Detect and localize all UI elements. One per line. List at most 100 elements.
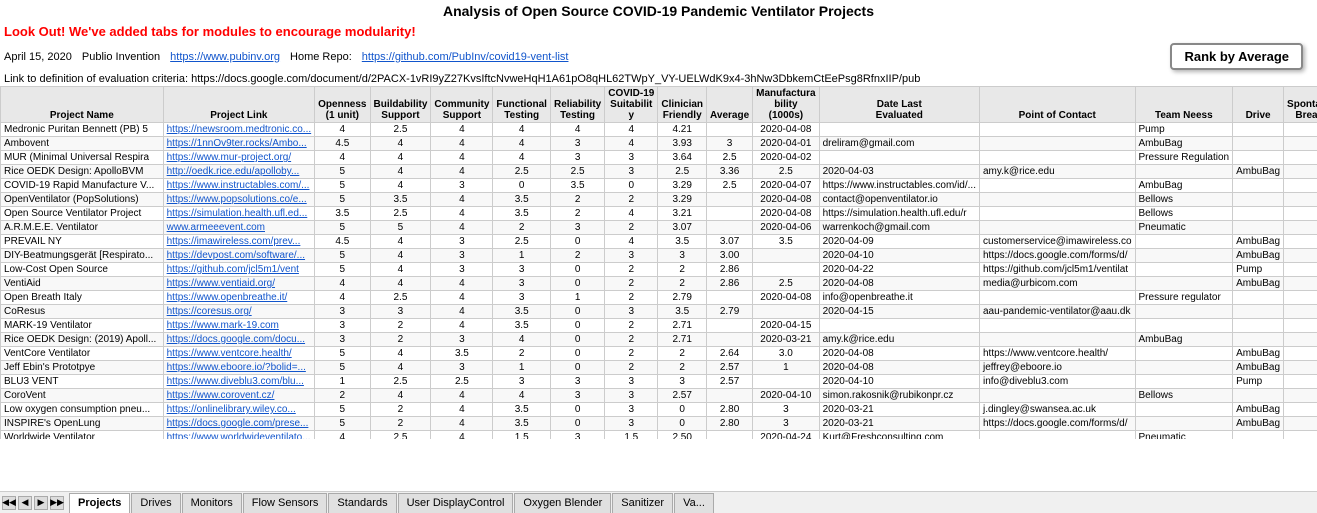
criteria-link[interactable]: https://docs.google.com/document/d/2PACX… [191,73,920,85]
table-cell[interactable]: https://www.worldwideventilato... [163,431,315,440]
tab-first-button[interactable]: ◀◀ [2,496,16,510]
rank-by-average-button[interactable]: Rank by Average [1170,43,1303,70]
table-cell [1233,193,1284,207]
table-cell: https://docs.google.com/forms/d/ [979,417,1135,431]
tab-projects[interactable]: Projects [69,493,130,513]
col-reliability: ReliabilityTesting [550,87,604,123]
table-cell [753,249,819,263]
table-cell: 4 [493,137,551,151]
table-cell: 0 [550,319,604,333]
table-cell[interactable]: https://www.corovent.cz/ [163,389,315,403]
tab-last-button[interactable]: ▶▶ [50,496,64,510]
table-cell: 2020-04-08 [819,347,979,361]
table-cell: 2 [550,249,604,263]
table-cell: 3 [605,165,658,179]
table-cell: 3.5 [493,319,551,333]
table-cell: aau-pandemic-ventilator@aau.dk [979,305,1135,319]
table-cell[interactable]: https://www.eboore.io/?bolid=... [163,361,315,375]
table-cell[interactable]: https://devpost.com/software/... [163,249,315,263]
table-cell: 2020-04-15 [753,319,819,333]
table-cell [707,291,753,305]
table-cell: 2.50 [658,431,707,440]
table-cell: 1.5 [493,431,551,440]
table-cell[interactable]: https://www.ventcore.health/ [163,347,315,361]
table-cell: 3.5 [493,193,551,207]
tab-flow-sensors[interactable]: Flow Sensors [243,493,328,513]
table-cell: 3 [550,431,604,440]
table-cell: 3 [605,389,658,403]
tab-user-displaycontrol[interactable]: User DisplayControl [398,493,514,513]
table-cell[interactable]: https://docs.google.com/prese... [163,417,315,431]
table-cell[interactable]: https://1nnOv9ter.rocks/Ambo... [163,137,315,151]
table-cell[interactable]: https://newsroom.medtronic.co... [163,123,315,137]
table-cell[interactable]: https://www.popsolutions.co/e... [163,193,315,207]
table-cell[interactable]: https://www.ventiaid.org/ [163,277,315,291]
page-title: Analysis of Open Source COVID-19 Pandemi… [0,0,1317,22]
table-cell: 4 [431,291,493,305]
table-cell: 3.07 [658,221,707,235]
table-cell: AmbuBag [1135,333,1233,347]
table-cell: 4 [493,389,551,403]
table-cell: 1.5 [605,431,658,440]
table-cell: 2.57 [707,375,753,389]
table-cell[interactable]: https://docs.google.com/docu... [163,333,315,347]
table-cell [1284,431,1317,440]
table-cell [1135,263,1233,277]
table-cell [1284,305,1317,319]
table-cell: 3 [605,403,658,417]
col-openness: Openness(1 unit) [315,87,370,123]
table-cell[interactable]: https://www.mur-project.org/ [163,151,315,165]
tab-standards[interactable]: Standards [328,493,396,513]
homerepo-label: Home Repo: [290,51,352,63]
table-cell: AmbuBag [1135,137,1233,151]
table-cell: Pump [1135,123,1233,137]
table-cell[interactable]: https://onlinelibrary.wiley.co... [163,403,315,417]
table-cell[interactable]: https://simulation.health.ufl.ed... [163,207,315,221]
table-row: Open Source Ventilator Projecthttps://si… [1,207,1317,221]
table-row: Low-Cost Open Sourcehttps://github.com/j… [1,263,1317,277]
tab-next-button[interactable]: ▶ [34,496,48,510]
table-cell: 4 [431,305,493,319]
table-cell[interactable]: https://coresus.org/ [163,305,315,319]
tab-va...[interactable]: Va... [674,493,714,513]
tab-drives[interactable]: Drives [131,493,180,513]
table-cell[interactable]: https://imawireless.com/prev... [163,235,315,249]
table-cell: 2020-03-21 [819,403,979,417]
table-cell: 2 [605,263,658,277]
table-cell: https://github.com/jcl5m1/ventilat [979,263,1135,277]
tab-sanitizer[interactable]: Sanitizer [612,493,673,513]
table-row: MUR (Minimal Universal Respirahttps://ww… [1,151,1317,165]
table-cell[interactable]: http://oedk.rice.edu/apolloby... [163,165,315,179]
table-cell[interactable]: https://www.diveblu3.com/blu... [163,375,315,389]
col-manufacturability: Manufacturability(1000s) [753,87,819,123]
table-cell: 2 [370,333,431,347]
tab-monitors[interactable]: Monitors [182,493,242,513]
table-cell[interactable]: https://github.com/jcl5m1/vent [163,263,315,277]
table-cell [1135,305,1233,319]
table-cell [707,193,753,207]
table-cell: 2020-04-01 [753,137,819,151]
table-cell: 5 [315,179,370,193]
table-cell: 2.5 [431,375,493,389]
table-cell: 2020-04-08 [753,207,819,221]
table-cell: 3.07 [707,235,753,249]
table-cell[interactable]: https://www.mark-19.com [163,319,315,333]
table-cell: 0 [605,179,658,193]
table-cell: 4 [431,389,493,403]
pubinv-link[interactable]: https://www.pubinv.org [170,51,280,63]
tab-prev-button[interactable]: ◀ [18,496,32,510]
tab-oxygen-blender[interactable]: Oxygen Blender [514,493,611,513]
table-cell[interactable]: https://www.openbreathe.it/ [163,291,315,305]
table-cell [1135,249,1233,263]
table-cell[interactable]: www.armeeevent.com [163,221,315,235]
table-cell: 3 [493,291,551,305]
table-cell: 4 [431,165,493,179]
homerepo-link[interactable]: https://github.com/PubInv/covid19-vent-l… [362,51,569,63]
table-cell: 2 [370,417,431,431]
table-cell: 3.00 [707,249,753,263]
table-cell [1284,375,1317,389]
table-cell: 2 [658,277,707,291]
table-cell [1284,249,1317,263]
table-cell[interactable]: https://www.instructables.com/... [163,179,315,193]
table-cell: 2 [605,277,658,291]
